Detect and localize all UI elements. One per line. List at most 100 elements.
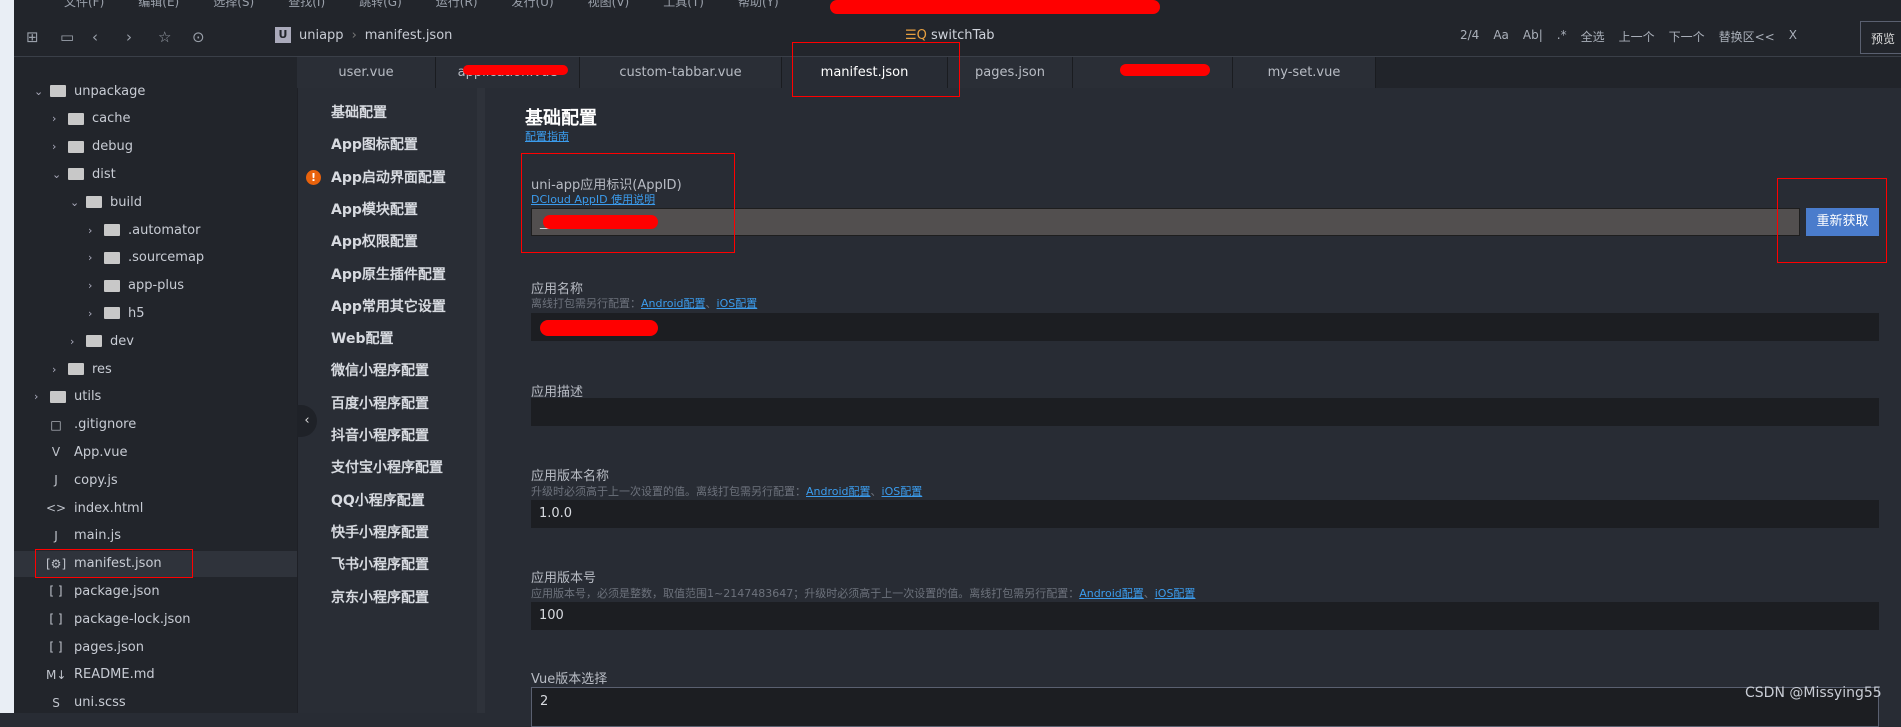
- forward-icon[interactable]: ›: [126, 28, 132, 46]
- regex-toggle[interactable]: .*: [1557, 28, 1567, 45]
- chevron-right-icon[interactable]: ›: [52, 363, 64, 376]
- tree-item[interactable]: Suni.scss: [14, 690, 297, 716]
- app-desc-input[interactable]: [531, 398, 1879, 426]
- tree-item[interactable]: › debug: [14, 134, 297, 160]
- breadcrumb-file[interactable]: manifest.json: [365, 28, 453, 43]
- chevron-right-icon[interactable]: ›: [88, 279, 100, 292]
- chevron-down-icon[interactable]: ⌄: [34, 85, 46, 98]
- chevron-right-icon[interactable]: ›: [88, 224, 100, 237]
- chevron-right-icon[interactable]: ›: [88, 251, 100, 264]
- config-nav-item[interactable]: 抖音小程序配置: [331, 425, 429, 445]
- tree-item-label: package-lock.json: [74, 611, 191, 627]
- tree-item[interactable]: › utils: [14, 384, 297, 410]
- config-nav-item[interactable]: App原生插件配置: [331, 264, 446, 284]
- select-all-button[interactable]: 全选: [1581, 28, 1605, 45]
- menu-item[interactable]: 编辑(E): [138, 0, 179, 18]
- tree-item[interactable]: › .automator: [14, 217, 297, 243]
- tree-item[interactable]: › dev: [14, 328, 297, 354]
- tree-item-label: .automator: [128, 222, 201, 238]
- android-config-link[interactable]: Android配置: [641, 297, 706, 310]
- save-icon[interactable]: ▭: [60, 28, 74, 46]
- config-guide-link[interactable]: 配置指南: [525, 128, 569, 144]
- tab-pages-json[interactable]: pages.json: [948, 57, 1073, 88]
- tree-item[interactable]: Jmain.js: [14, 523, 297, 549]
- tree-item[interactable]: <> index.html: [14, 495, 297, 521]
- tab-user-vue[interactable]: user.vue: [297, 57, 436, 88]
- vue-version-select[interactable]: 2: [531, 687, 1879, 727]
- find-query[interactable]: switchTab: [931, 28, 995, 43]
- config-nav-item[interactable]: App常用其它设置: [331, 296, 446, 316]
- tree-item[interactable]: M↓ README.md: [14, 662, 297, 688]
- chevron-down-icon[interactable]: ⌄: [70, 196, 82, 209]
- menu-item[interactable]: 文件(F): [64, 0, 104, 18]
- separator: 、: [705, 297, 717, 310]
- menu-item[interactable]: 跳转(G): [359, 0, 402, 18]
- menu-item[interactable]: 帮助(Y): [738, 0, 779, 18]
- run-icon[interactable]: ⊙: [192, 28, 205, 46]
- tree-item[interactable]: › .sourcemap: [14, 245, 297, 271]
- config-nav-item[interactable]: 支付宝小程序配置: [331, 457, 443, 477]
- android-config-link[interactable]: Android配置: [1079, 587, 1144, 600]
- tree-item[interactable]: Jcopy.js: [14, 467, 297, 493]
- menu-item[interactable]: 运行(R): [436, 0, 478, 18]
- tree-item[interactable]: › h5: [14, 300, 297, 326]
- tab-custom-tabbar-vue[interactable]: custom-tabbar.vue: [580, 57, 782, 88]
- config-nav-item[interactable]: App图标配置: [331, 134, 418, 154]
- tree-item[interactable]: ⌄ build: [14, 189, 297, 215]
- android-config-link[interactable]: Android配置: [806, 485, 871, 498]
- config-nav-item[interactable]: Web配置: [331, 328, 393, 348]
- find-input[interactable]: ☰Q switchTab: [905, 28, 995, 43]
- chevron-right-icon[interactable]: ›: [52, 140, 64, 153]
- version-name-input[interactable]: 1.0.0: [531, 500, 1879, 528]
- tree-item[interactable]: □ .gitignore: [14, 412, 297, 438]
- prev-match-button[interactable]: 上一个: [1619, 28, 1655, 45]
- chevron-right-icon[interactable]: ›: [34, 390, 46, 403]
- app-name-input[interactable]: [531, 313, 1879, 341]
- config-nav-item[interactable]: 快手小程序配置: [331, 522, 429, 542]
- chevron-right-icon[interactable]: ›: [52, 112, 64, 125]
- menu-item[interactable]: 发行(U): [512, 0, 554, 18]
- tree-item[interactable]: ⌄ unpackage: [14, 78, 297, 104]
- tab-my-set-vue[interactable]: my-set.vue: [1233, 57, 1376, 88]
- config-nav-item[interactable]: 百度小程序配置: [331, 393, 429, 413]
- tree-item[interactable]: ⌄ dist: [14, 161, 297, 187]
- config-nav-item[interactable]: 基础配置: [331, 102, 387, 122]
- config-nav-item[interactable]: 飞书小程序配置: [331, 554, 429, 574]
- config-nav-item[interactable]: App模块配置: [331, 199, 418, 219]
- menu-item[interactable]: 工具(T): [663, 0, 704, 18]
- tree-item[interactable]: V App.vue: [14, 439, 297, 465]
- config-nav-item[interactable]: QQ小程序配置: [331, 490, 425, 510]
- version-code-input[interactable]: 100: [531, 602, 1879, 630]
- ios-config-link[interactable]: iOS配置: [882, 485, 923, 498]
- whole-word-toggle[interactable]: Ab|: [1523, 28, 1543, 45]
- version-name-hint: 升级时必须高于上一次设置的值。离线打包需另行配置：Android配置、iOS配置: [531, 483, 922, 499]
- tree-item[interactable]: › app-plus: [14, 273, 297, 299]
- close-find-button[interactable]: X: [1789, 28, 1797, 45]
- tree-item[interactable]: [ ] package-lock.json: [14, 606, 297, 632]
- star-icon[interactable]: ☆: [158, 28, 171, 46]
- ios-config-link[interactable]: iOS配置: [1155, 587, 1196, 600]
- replace-toggle-button[interactable]: 替换区<<: [1719, 28, 1775, 45]
- next-match-button[interactable]: 下一个: [1669, 28, 1705, 45]
- chevron-right-icon[interactable]: ›: [70, 335, 82, 348]
- tree-item[interactable]: [ ] pages.json: [14, 634, 297, 660]
- config-nav-item[interactable]: App启动界面配置: [331, 167, 446, 187]
- preview-button[interactable]: 预览: [1860, 21, 1901, 54]
- back-icon[interactable]: ‹: [92, 28, 98, 46]
- chevron-right-icon[interactable]: ›: [88, 307, 100, 320]
- menu-item[interactable]: 视图(V): [588, 0, 630, 18]
- config-nav-item[interactable]: 微信小程序配置: [331, 360, 429, 380]
- ios-config-link[interactable]: iOS配置: [717, 297, 758, 310]
- breadcrumb-project[interactable]: uniapp: [299, 28, 344, 43]
- config-nav-item[interactable]: 京东小程序配置: [331, 587, 429, 607]
- menu-item[interactable]: 选择(S): [213, 0, 254, 18]
- match-case-toggle[interactable]: Aa: [1493, 28, 1509, 45]
- tree-item[interactable]: [ ] package.json: [14, 578, 297, 604]
- config-nav-item[interactable]: App权限配置: [331, 231, 418, 251]
- scrollbar[interactable]: [477, 88, 485, 713]
- menu-item[interactable]: 查找(I): [288, 0, 325, 18]
- tree-item[interactable]: › res: [14, 356, 297, 382]
- new-file-icon[interactable]: ⊞: [26, 28, 39, 46]
- tree-item[interactable]: › cache: [14, 106, 297, 132]
- chevron-down-icon[interactable]: ⌄: [52, 168, 64, 181]
